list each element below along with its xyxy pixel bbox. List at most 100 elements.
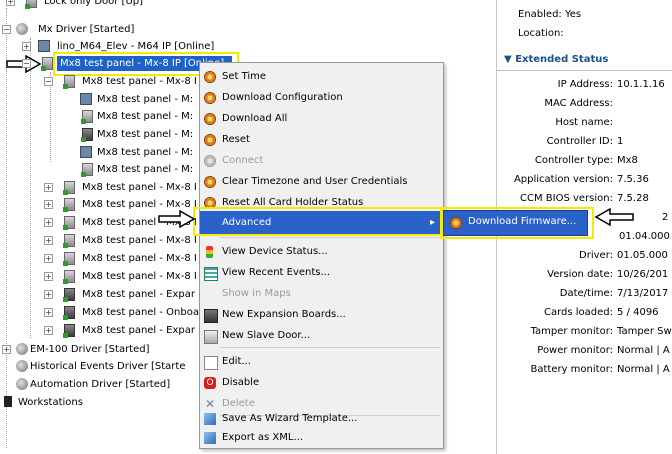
panel-icon bbox=[41, 57, 53, 71]
menu-item-download-all[interactable]: Download All bbox=[200, 108, 443, 129]
panel-icon bbox=[63, 234, 75, 248]
collapse-triangle-icon: ▼ bbox=[504, 54, 512, 65]
monitor-icon bbox=[80, 93, 92, 105]
field-key: Battery monitor: bbox=[530, 364, 613, 375]
tree-item-label: Mx8 test panel - M: bbox=[97, 94, 194, 105]
driver-icon bbox=[16, 23, 28, 35]
menu-item-label: Edit... bbox=[222, 356, 251, 367]
panel-icon bbox=[63, 181, 75, 195]
tree-item-label: Mx8 test panel - M: bbox=[97, 111, 194, 122]
collapse-icon[interactable]: − bbox=[44, 77, 53, 86]
board-icon bbox=[204, 309, 218, 323]
collapse-icon[interactable]: − bbox=[2, 25, 11, 34]
menu-item-new-expansion-boards[interactable]: New Expansion Boards... bbox=[200, 304, 443, 325]
menu-item-reset[interactable]: Reset bbox=[200, 129, 443, 150]
expand-icon[interactable]: + bbox=[2, 345, 11, 354]
tree-item-label: Mx8 test panel - Expar bbox=[82, 289, 196, 300]
expand-icon[interactable]: + bbox=[6, 0, 15, 6]
location-label: Location: bbox=[518, 28, 564, 39]
door-icon bbox=[25, 0, 37, 9]
status-icon bbox=[206, 246, 213, 258]
tree-item-label: Workstations bbox=[18, 397, 83, 408]
field-value: Normal | A bbox=[617, 345, 670, 356]
expand-icon[interactable]: + bbox=[44, 272, 53, 281]
tree-guide-line bbox=[30, 38, 31, 338]
expand-icon[interactable]: + bbox=[44, 218, 53, 227]
expand-icon[interactable]: + bbox=[44, 200, 53, 209]
board-icon bbox=[63, 288, 75, 302]
expand-icon[interactable]: + bbox=[44, 254, 53, 263]
field-key: Cards loaded: bbox=[543, 307, 613, 318]
expand-icon[interactable]: + bbox=[44, 308, 53, 317]
input-icon bbox=[80, 146, 92, 158]
menu-separator bbox=[220, 237, 440, 238]
menu-item-label: Connect bbox=[222, 155, 264, 166]
tree-item-label: Mx8 test panel - Expar bbox=[82, 325, 196, 336]
menu-item-label: Clear Timezone and User Credentials bbox=[222, 176, 408, 187]
menu-item-label: New Expansion Boards... bbox=[222, 309, 346, 320]
field-key: IP Address: bbox=[557, 79, 613, 90]
field-value: 7/13/2017 bbox=[617, 288, 669, 299]
menu-item-label: Show in Maps bbox=[222, 288, 291, 299]
panel-icon bbox=[63, 252, 75, 266]
gear-icon bbox=[204, 92, 216, 104]
gear-icon bbox=[204, 155, 216, 167]
field-value: Tamper Sw bbox=[617, 326, 672, 337]
tree-item-label: Mx8 test panel - Onboa bbox=[82, 307, 199, 318]
export-icon bbox=[204, 432, 216, 444]
reader-icon bbox=[81, 128, 93, 142]
panel-icon bbox=[63, 198, 75, 212]
menu-item-view-recent-events[interactable]: View Recent Events... bbox=[200, 262, 443, 283]
menu-item-view-device-status[interactable]: View Device Status... bbox=[200, 241, 443, 262]
expand-icon[interactable]: + bbox=[44, 290, 53, 299]
field-key: Controller type: bbox=[534, 155, 613, 166]
output-icon bbox=[81, 163, 93, 177]
collapse-icon[interactable]: − bbox=[22, 59, 31, 68]
field-key: Application version: bbox=[513, 174, 613, 185]
menu-item-show-in-maps: Show in Maps bbox=[200, 283, 443, 304]
field-value: 10.1.1.16 bbox=[617, 79, 665, 90]
section-divider bbox=[497, 70, 672, 71]
field-value: Mx8 bbox=[617, 155, 638, 166]
menu-item-label: Set Time bbox=[222, 71, 267, 82]
menu-item-new-slave-door[interactable]: New Slave Door... bbox=[200, 325, 443, 346]
driver-icon bbox=[16, 360, 28, 372]
menu-item-clear-timezone[interactable]: Clear Timezone and User Credentials bbox=[200, 171, 443, 192]
tree-item-label: Mx Driver [Started] bbox=[38, 24, 135, 35]
menu-item-export-xml[interactable]: Export as XML... bbox=[200, 427, 443, 448]
tree-item-label: EM-100 Driver [Started] bbox=[30, 344, 150, 355]
field-value: 7.5.28 bbox=[617, 193, 649, 204]
menu-item-label: Download All bbox=[222, 113, 288, 124]
tree-item-label: Mx8 test panel - M: bbox=[97, 164, 194, 175]
menu-item-edit[interactable]: Edit... bbox=[200, 351, 443, 372]
field-key: Tamper monitor: bbox=[530, 326, 613, 337]
expand-icon[interactable]: + bbox=[44, 326, 53, 335]
callout-box bbox=[193, 207, 444, 236]
tree-item-label: Historical Events Driver [Starte bbox=[30, 361, 186, 372]
extended-status-header[interactable]: ▼ Extended Status bbox=[504, 54, 608, 65]
menu-item-save-as-template[interactable]: Save As Wizard Template... bbox=[200, 408, 443, 429]
menu-item-label: Export as XML... bbox=[222, 432, 304, 443]
field-key: CCM BIOS version: bbox=[520, 193, 613, 204]
expand-icon[interactable]: + bbox=[44, 183, 53, 192]
field-key: Date/time: bbox=[559, 288, 613, 299]
field-key: MAC Address: bbox=[544, 98, 613, 109]
field-value: 1 bbox=[617, 136, 624, 147]
workstation-icon bbox=[4, 396, 12, 407]
field-value: Normal | A bbox=[617, 364, 670, 375]
door-icon bbox=[81, 110, 93, 124]
menu-item-disable[interactable]: O Disable bbox=[200, 372, 443, 393]
menu-item-label: Download Configuration bbox=[222, 92, 343, 103]
menu-item-download-configuration[interactable]: Download Configuration bbox=[200, 87, 443, 108]
menu-item-set-time[interactable]: Set Time bbox=[200, 66, 443, 87]
field-value: 2 bbox=[662, 212, 669, 223]
expand-icon[interactable]: + bbox=[44, 236, 53, 245]
events-icon bbox=[204, 267, 218, 281]
board-icon bbox=[63, 324, 75, 338]
callout-arrow-icon bbox=[594, 208, 634, 226]
field-key: Driver: bbox=[579, 250, 613, 261]
gear-icon bbox=[204, 113, 216, 125]
section-title: Extended Status bbox=[515, 54, 609, 65]
field-value: 01.05.000 bbox=[617, 250, 668, 261]
expand-icon[interactable]: + bbox=[22, 42, 31, 51]
